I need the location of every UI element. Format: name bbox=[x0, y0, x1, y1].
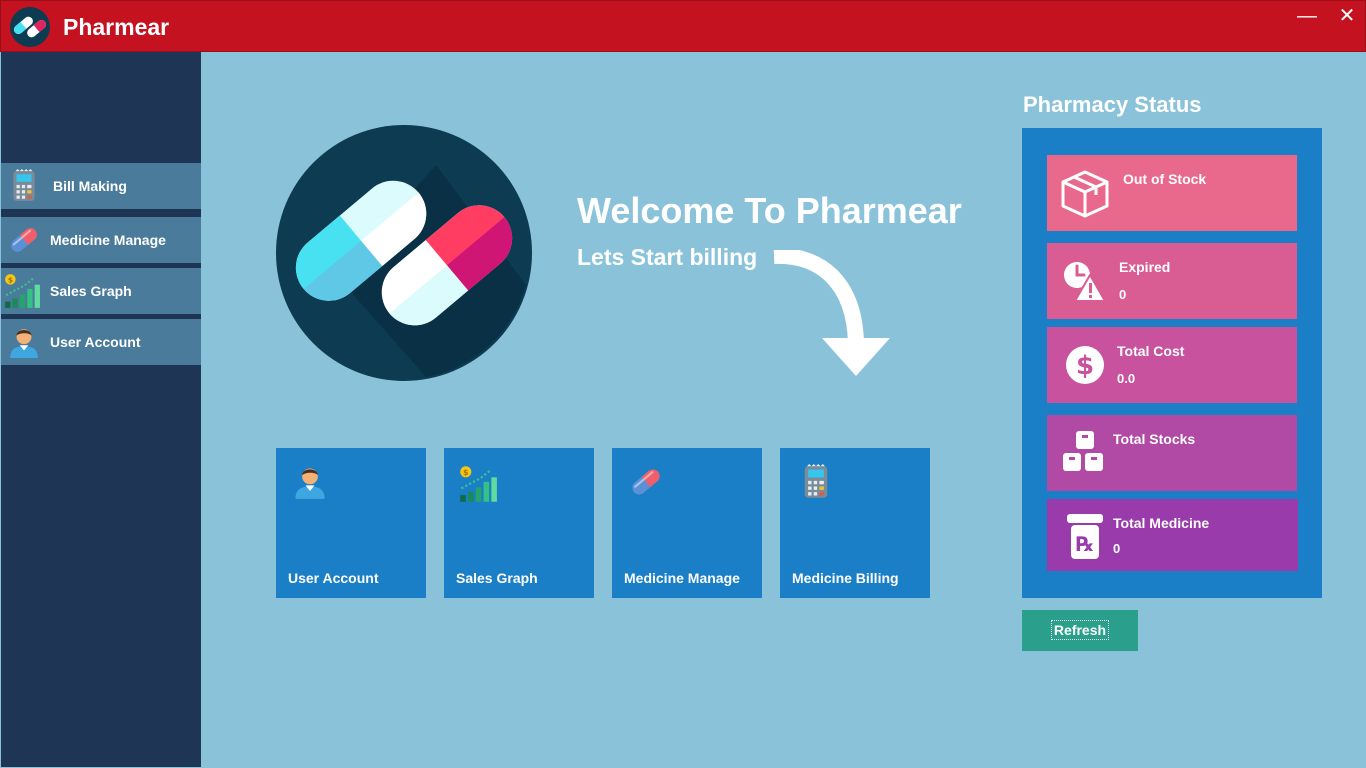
card-value: 0 bbox=[1119, 287, 1127, 302]
tile-label: Sales Graph bbox=[456, 570, 538, 586]
stock-boxes-icon bbox=[1059, 427, 1111, 479]
card-value: 0 bbox=[1113, 541, 1121, 556]
status-card-total-medicine: Total Medicine 0 bbox=[1047, 499, 1298, 571]
card-title: Expired bbox=[1119, 259, 1171, 275]
sidebar-item-medicine-manage[interactable]: Medicine Manage bbox=[1, 217, 201, 263]
sidebar-item-bill-making[interactable]: Bill Making bbox=[1, 163, 201, 209]
pill-icon bbox=[628, 464, 664, 500]
app-title: Pharmear bbox=[63, 14, 170, 40]
card-value: 0.0 bbox=[1117, 371, 1136, 386]
card-title: Total Medicine bbox=[1113, 515, 1210, 531]
sidebar: Bill Making Medicine Manage Sales Graph … bbox=[1, 52, 201, 767]
dollar-icon bbox=[1059, 339, 1111, 391]
box-icon bbox=[1059, 167, 1111, 219]
status-title: Pharmacy Status bbox=[1023, 92, 1202, 117]
tile-sales-graph[interactable]: Sales Graph bbox=[444, 448, 594, 598]
calculator-icon bbox=[7, 169, 41, 203]
curved-arrow-icon bbox=[773, 250, 890, 376]
refresh-button[interactable]: Refresh bbox=[1022, 610, 1138, 651]
tile-label: Medicine Manage bbox=[624, 570, 740, 586]
user-icon bbox=[292, 464, 328, 500]
close-button[interactable]: ✕ bbox=[1329, 5, 1365, 29]
sidebar-item-label: Medicine Manage bbox=[50, 232, 166, 248]
pill-icon bbox=[7, 223, 41, 257]
card-title: Total Cost bbox=[1117, 343, 1185, 359]
tile-user-account[interactable]: User Account bbox=[276, 448, 426, 598]
tile-label: User Account bbox=[288, 570, 379, 586]
sales-graph-icon bbox=[3, 272, 41, 310]
status-panel: Out of Stock Expired 0 Total Cost 0.0 To… bbox=[1022, 128, 1322, 598]
app-logo-icon bbox=[10, 7, 50, 47]
status-card-total-stocks: Total Stocks bbox=[1047, 415, 1297, 491]
sidebar-item-sales-graph[interactable]: Sales Graph bbox=[1, 268, 201, 314]
prescription-icon bbox=[1059, 511, 1111, 563]
card-title: Out of Stock bbox=[1123, 171, 1207, 187]
status-card-expired: Expired 0 bbox=[1047, 243, 1297, 319]
sidebar-item-user-account[interactable]: User Account bbox=[1, 319, 201, 365]
welcome-title: Welcome To Pharmear bbox=[577, 190, 962, 231]
tile-medicine-manage[interactable]: Medicine Manage bbox=[612, 448, 762, 598]
sidebar-item-label: User Account bbox=[50, 334, 141, 350]
minimize-button[interactable]: — bbox=[1289, 5, 1325, 29]
calculator-icon bbox=[798, 464, 834, 500]
tile-label: Medicine Billing bbox=[792, 570, 899, 586]
title-bar: Pharmear — ✕ bbox=[0, 0, 1366, 52]
card-title: Total Stocks bbox=[1113, 431, 1196, 447]
pharmear-logo-icon bbox=[276, 125, 532, 381]
user-icon bbox=[7, 325, 41, 359]
sales-graph-icon bbox=[458, 464, 498, 504]
status-card-out-of-stock: Out of Stock bbox=[1047, 155, 1297, 231]
status-card-total-cost: Total Cost 0.0 bbox=[1047, 327, 1297, 403]
tile-medicine-billing[interactable]: Medicine Billing bbox=[780, 448, 930, 598]
sidebar-item-label: Bill Making bbox=[53, 178, 127, 194]
refresh-button-label: Refresh bbox=[1050, 620, 1110, 640]
welcome-subtitle: Lets Start billing bbox=[577, 244, 758, 270]
sidebar-item-label: Sales Graph bbox=[50, 283, 132, 299]
expired-icon bbox=[1059, 255, 1111, 307]
